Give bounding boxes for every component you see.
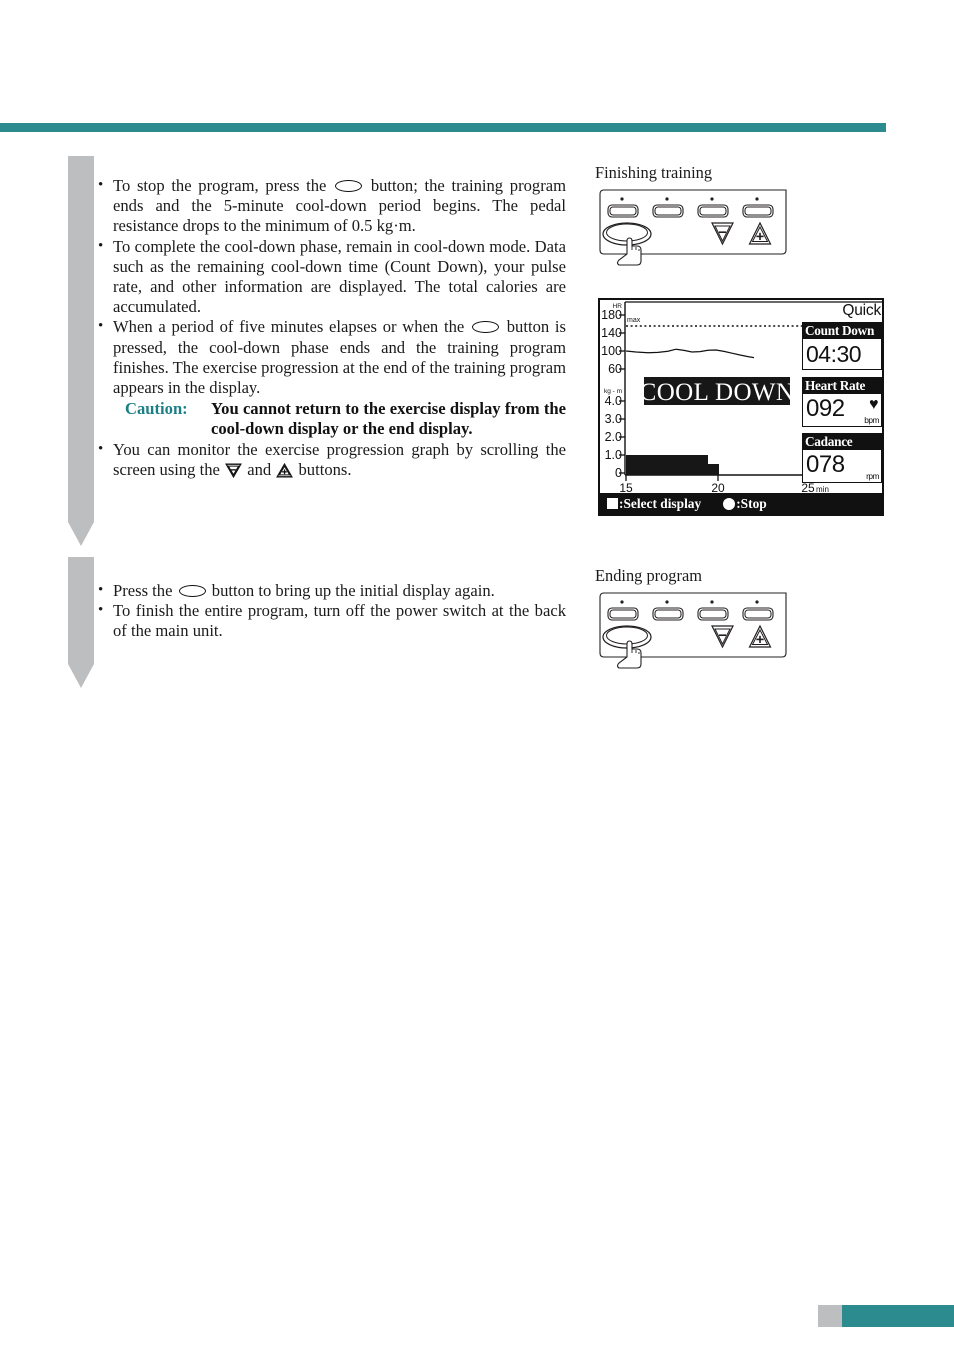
list-item: Press the button to bring up the initial… <box>96 580 566 601</box>
program-mode-label: Quick <box>842 302 881 319</box>
heart-rate-value-wrap: 092 ♥ bpm <box>803 394 881 425</box>
lcd-legend-bar: :Select display :Stop <box>600 493 882 514</box>
flow-arrow-ribbon-2 <box>68 557 94 688</box>
flow-arrow-ribbon-1 <box>68 156 94 546</box>
bullet-4-text-mid: and <box>247 459 272 479</box>
figure-caption-ending-program: Ending program <box>595 566 702 585</box>
top-accent-rule <box>0 123 886 132</box>
bullet-list-2: Press the button to bring up the initial… <box>96 580 566 642</box>
bullet-1-text-pre: To stop the program, press the <box>113 176 327 195</box>
count-down-value: 04:30 <box>806 341 862 367</box>
lcd-display: HR 180 140 100 60 max kg - m 4.0 3.0 2.0… <box>598 298 884 516</box>
select-display-square-icon <box>607 498 618 509</box>
cadence-value: 078 <box>806 451 845 478</box>
heart-rate-value: 092 <box>806 395 845 422</box>
cadence-value-wrap: 078 rpm <box>803 450 881 481</box>
list-item: To finish the entire program, turn off t… <box>96 600 566 641</box>
svg-text:20: 20 <box>711 481 725 493</box>
bullet-2-text: To complete the cool-down phase, remain … <box>113 236 566 317</box>
cadence-caption: Cadance <box>803 434 881 450</box>
count-down-readout: Count Down 04:30 <box>802 322 882 370</box>
stop-circle-icon <box>723 497 736 510</box>
instruction-block-1: To stop the program, press the button; t… <box>96 175 566 480</box>
block2-bullet-2: To finish the entire program, turn off t… <box>113 601 566 641</box>
svg-text:100: 100 <box>601 344 622 358</box>
block2-bullet-1-post: button to bring up the initial display a… <box>211 581 495 600</box>
bullet-4-text-post: buttons. <box>298 459 352 479</box>
heart-icon: ♥ <box>869 396 879 413</box>
footer-accent-block <box>842 1305 954 1327</box>
console-diagram-ending <box>594 591 790 669</box>
caution-text: You cannot return to the exercise displa… <box>211 399 566 439</box>
select-display-legend: :Select display <box>619 495 702 511</box>
footer-gray-block <box>818 1305 842 1327</box>
svg-text:COOL DOWN: COOL DOWN <box>640 379 795 406</box>
list-item: To stop the program, press the button; t… <box>96 175 566 237</box>
svg-text:15: 15 <box>619 481 633 493</box>
bullet-list-1: To stop the program, press the button; t… <box>96 175 566 480</box>
list-item: To complete the cool-down phase, remain … <box>96 236 566 318</box>
stop-oval-button-icon <box>472 321 499 334</box>
bullet-3-text-pre: When a period of five minutes elapses or… <box>113 317 465 337</box>
cadence-readout: Cadance 078 rpm <box>802 433 882 483</box>
count-down-caption: Count Down <box>803 323 881 339</box>
cadence-unit: rpm <box>866 471 879 481</box>
heart-rate-unit: bpm <box>864 415 879 425</box>
heart-rate-readout: Heart Rate 092 ♥ bpm <box>802 377 882 427</box>
caution-label: Caution: <box>125 399 188 419</box>
svg-text:140: 140 <box>601 326 622 340</box>
console-diagram-finishing <box>594 188 790 266</box>
heart-rate-caption: Heart Rate <box>803 378 881 394</box>
list-item: When a period of five minutes elapses or… <box>96 316 566 439</box>
minus-triangle-icon <box>225 463 242 478</box>
stop-oval-button-icon <box>335 180 363 192</box>
list-item: You can monitor the exercise progression… <box>96 439 566 480</box>
stop-legend: :Stop <box>736 495 767 511</box>
svg-text:180: 180 <box>601 308 622 322</box>
caution-note: Caution: You cannot return to the exerci… <box>113 399 566 439</box>
lcd-readout-column: Quick Count Down 04:30 Heart Rate 092 ♥ … <box>802 300 882 493</box>
plus-triangle-icon <box>276 462 294 478</box>
figure-caption-finishing-training: Finishing training <box>595 163 713 182</box>
stop-oval-button-icon <box>178 585 206 597</box>
block2-bullet-1-pre: Press the <box>113 581 173 600</box>
instruction-block-2: Press the button to bring up the initial… <box>96 580 566 642</box>
svg-text:max: max <box>627 317 641 324</box>
manual-page: To stop the program, press the button; t… <box>0 0 954 1351</box>
